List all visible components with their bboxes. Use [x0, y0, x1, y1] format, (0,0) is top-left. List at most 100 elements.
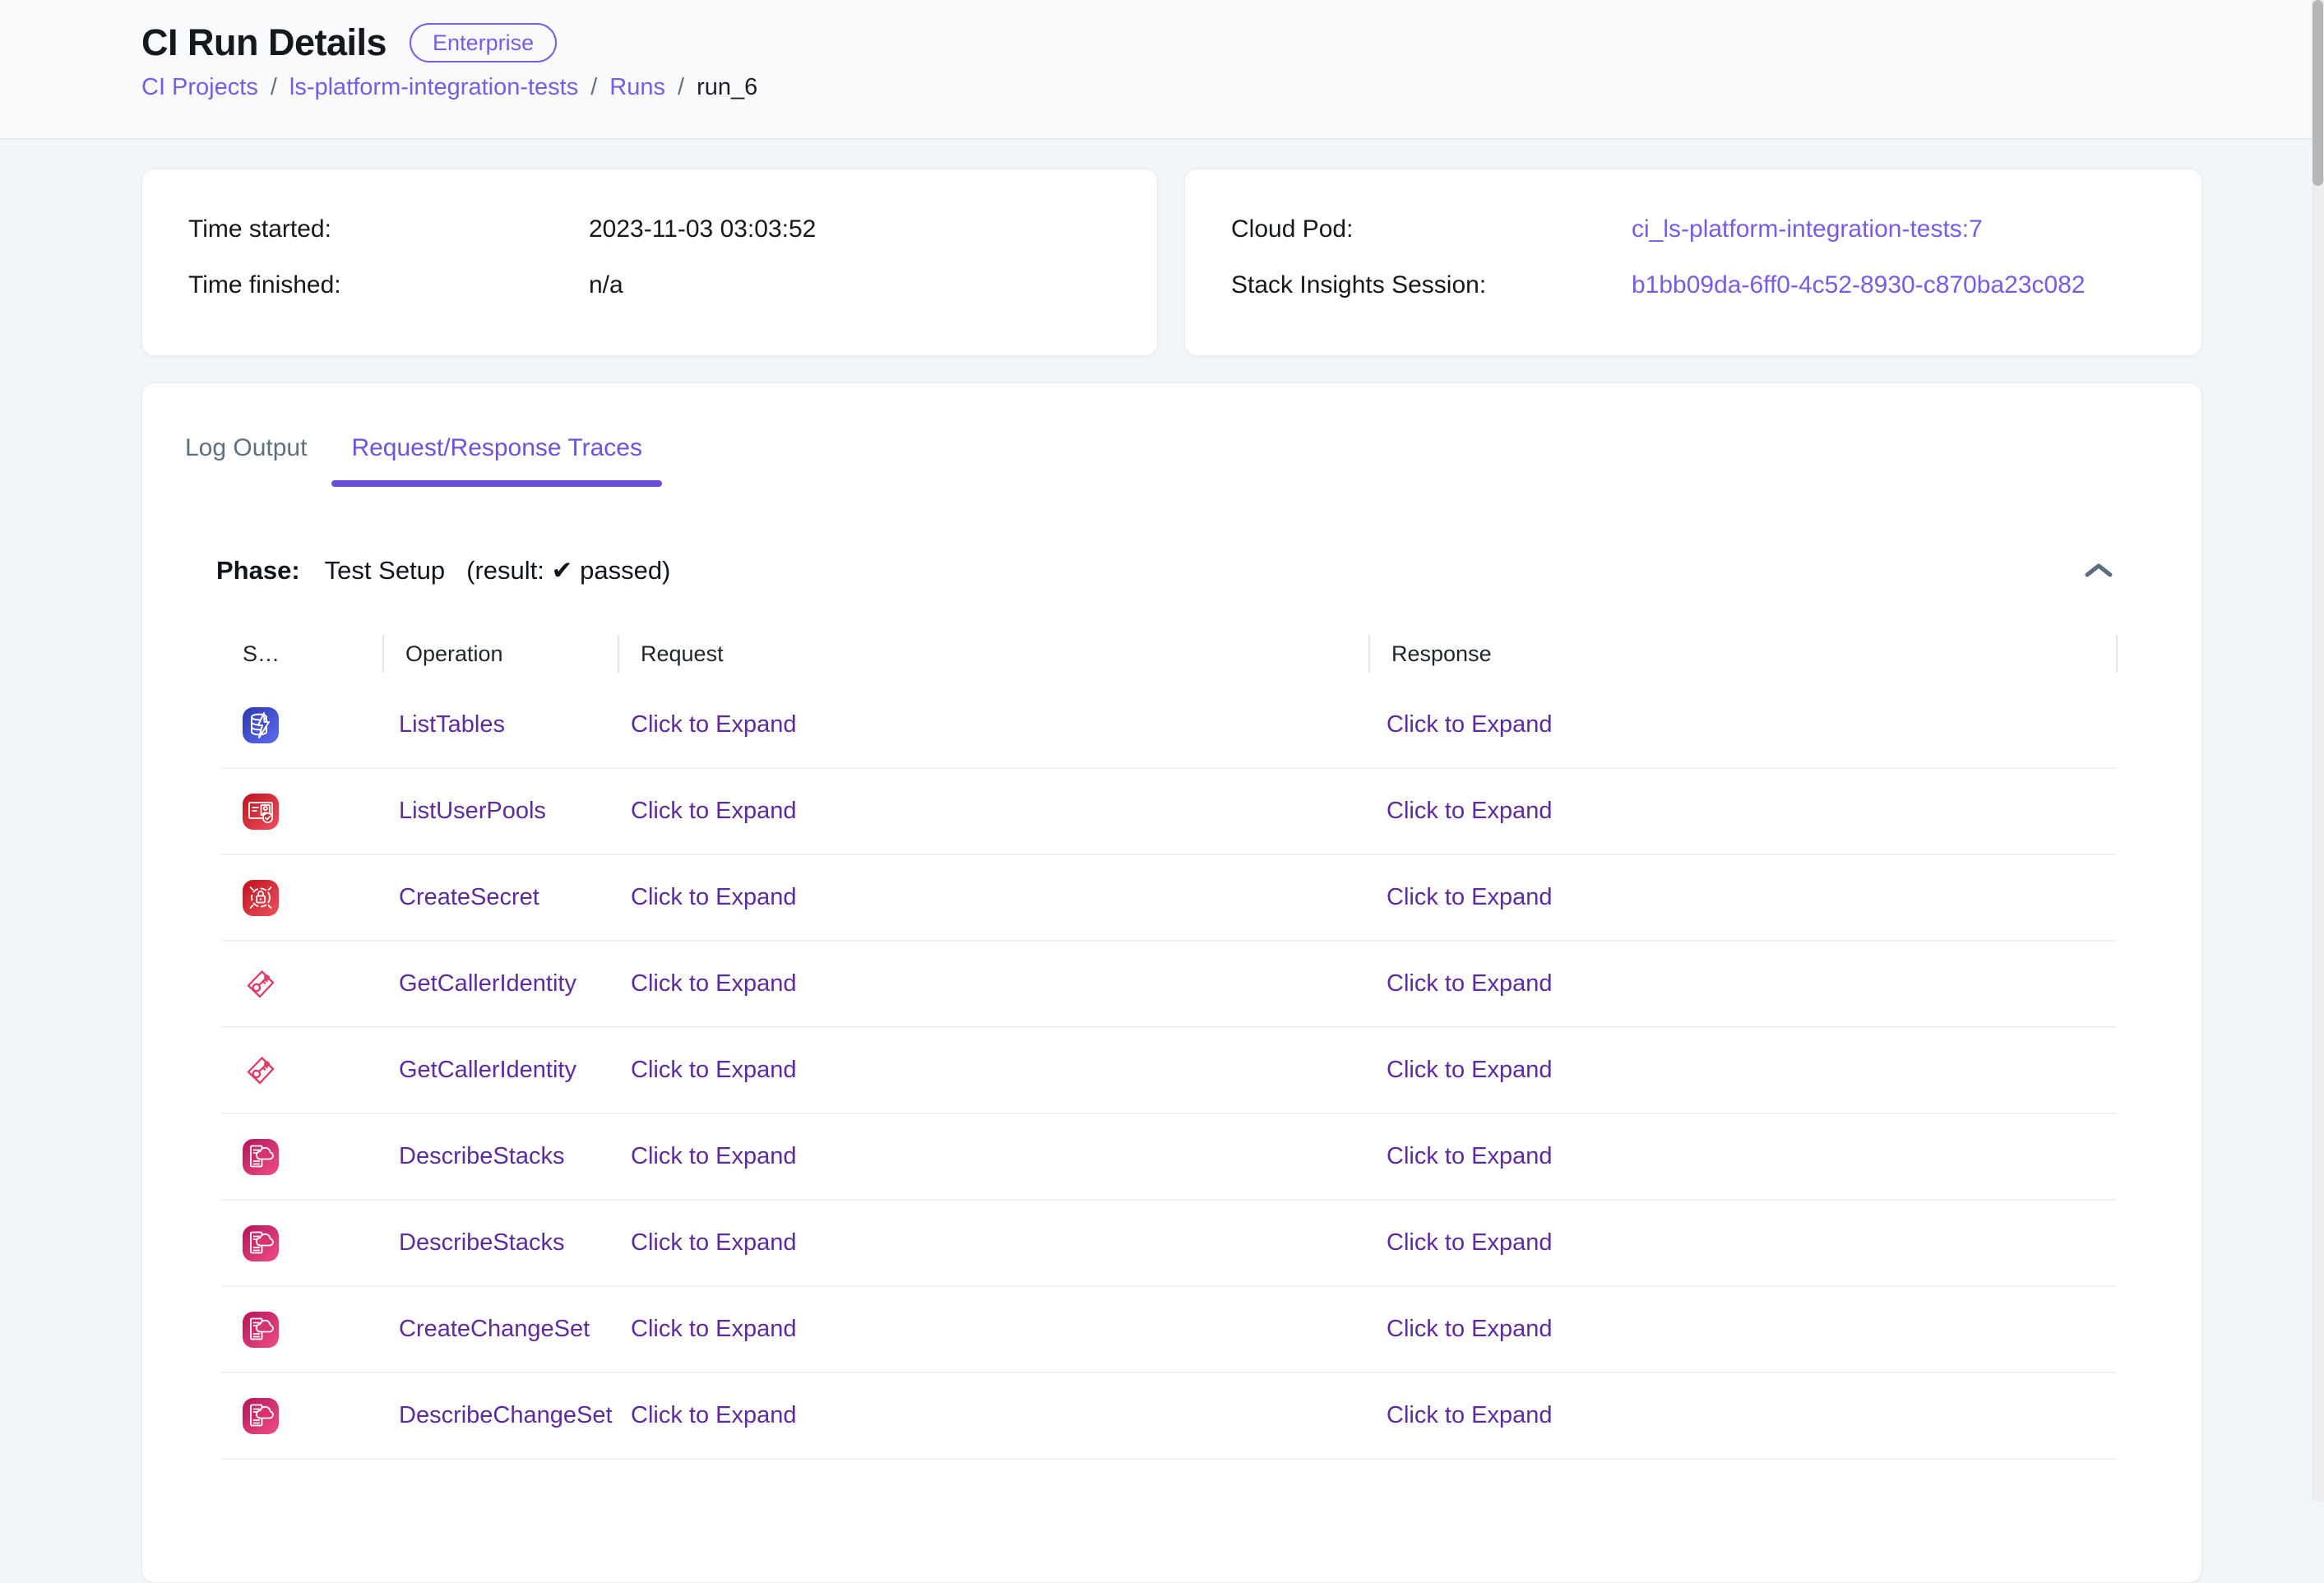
- time-started-value: 2023-11-03 03:03:52: [589, 215, 816, 243]
- tab-log-output[interactable]: Log Output: [165, 421, 326, 487]
- operation-link[interactable]: CreateChangeSet: [382, 1316, 618, 1343]
- time-finished-value: n/a: [589, 271, 623, 299]
- response-expand-link[interactable]: Click to Expand: [1368, 1057, 2118, 1084]
- time-started-row: Time started: 2023-11-03 03:03:52: [188, 215, 1157, 243]
- phase-result: (result: ✔ passed): [466, 556, 670, 586]
- secretsmanager-icon: [243, 880, 279, 916]
- service-cell: [221, 707, 382, 743]
- response-expand-link[interactable]: Click to Expand: [1368, 711, 2118, 738]
- response-expand-link[interactable]: Click to Expand: [1368, 1316, 2118, 1343]
- table-row: GetCallerIdentity Click to Expand Click …: [221, 1028, 2116, 1114]
- request-expand-link[interactable]: Click to Expand: [618, 1057, 1368, 1084]
- phase-name: Test Setup: [325, 556, 445, 586]
- request-expand-link[interactable]: Click to Expand: [618, 1402, 1368, 1429]
- cloud-pod-row: Cloud Pod: ci_ls-platform-integration-te…: [1231, 215, 2201, 243]
- service-cell: [221, 880, 382, 916]
- operation-link[interactable]: CreateSecret: [382, 884, 618, 911]
- request-expand-link[interactable]: Click to Expand: [618, 884, 1368, 911]
- sts-icon: [243, 1053, 279, 1089]
- request-expand-link[interactable]: Click to Expand: [618, 1316, 1368, 1343]
- phase-collapse-button[interactable]: [2078, 556, 2119, 586]
- table-row: ListTables Click to Expand Click to Expa…: [221, 683, 2116, 769]
- response-expand-link[interactable]: Click to Expand: [1368, 884, 2118, 911]
- operation-link[interactable]: GetCallerIdentity: [382, 1057, 618, 1084]
- operation-link[interactable]: ListUserPools: [382, 798, 618, 825]
- dynamodb-icon: [243, 707, 279, 743]
- table-row: CreateSecret Click to Expand Click to Ex…: [221, 855, 2116, 942]
- request-expand-link[interactable]: Click to Expand: [618, 711, 1368, 738]
- breadcrumb-current-run: run_6: [697, 74, 757, 101]
- breadcrumb-separator: /: [590, 74, 597, 101]
- cloudformation-icon: [243, 1398, 279, 1434]
- cognito-icon: [243, 794, 279, 830]
- tabs-bar: Log Output Request/Response Traces: [165, 421, 2201, 487]
- response-expand-link[interactable]: Click to Expand: [1368, 1229, 2118, 1257]
- active-tab-underline: [331, 480, 662, 487]
- request-expand-link[interactable]: Click to Expand: [618, 970, 1368, 997]
- response-expand-link[interactable]: Click to Expand: [1368, 970, 2118, 997]
- chevron-up-icon: [2083, 561, 2114, 581]
- trace-table-header: S… Operation Request Response: [221, 635, 2116, 673]
- table-row: DescribeStacks Click to Expand Click to …: [221, 1114, 2116, 1201]
- breadcrumb: CI Projects / ls-platform-integration-te…: [141, 74, 2324, 101]
- page-scrollbar-thumb[interactable]: [2312, 0, 2323, 186]
- session-summary-card: Cloud Pod: ci_ls-platform-integration-te…: [1184, 169, 2202, 356]
- title-row: CI Run Details Enterprise: [141, 21, 2324, 64]
- table-row: GetCallerIdentity Click to Expand Click …: [221, 942, 2116, 1028]
- cloudformation-icon: [243, 1225, 279, 1261]
- response-expand-link[interactable]: Click to Expand: [1368, 1402, 2118, 1429]
- column-header-response: Response: [1368, 635, 2118, 673]
- response-expand-link[interactable]: Click to Expand: [1368, 1143, 2118, 1170]
- table-row: CreateChangeSet Click to Expand Click to…: [221, 1287, 2116, 1373]
- request-expand-link[interactable]: Click to Expand: [618, 798, 1368, 825]
- trace-table: S… Operation Request Response ListTables…: [221, 635, 2116, 1460]
- stack-insights-row: Stack Insights Session: b1bb09da-6ff0-4c…: [1231, 271, 2201, 299]
- breadcrumb-separator: /: [271, 74, 277, 101]
- cloudformation-icon: [243, 1312, 279, 1348]
- request-expand-link[interactable]: Click to Expand: [618, 1143, 1368, 1170]
- trace-table-body: ListTables Click to Expand Click to Expa…: [221, 683, 2116, 1460]
- stack-insights-label: Stack Insights Session:: [1231, 271, 1632, 299]
- tab-request-response-traces[interactable]: Request/Response Traces: [331, 421, 662, 487]
- breadcrumb-project[interactable]: ls-platform-integration-tests: [289, 74, 578, 101]
- table-row: ListUserPools Click to Expand Click to E…: [221, 769, 2116, 855]
- page-header: CI Run Details Enterprise CI Projects / …: [0, 0, 2324, 140]
- ci-run-details-page: { "header": { "title": "CI Run Details",…: [0, 0, 2324, 1502]
- cloudformation-icon: [243, 1139, 279, 1175]
- table-row: DescribeStacks Click to Expand Click to …: [221, 1201, 2116, 1287]
- page-scrollbar-track: [2312, 0, 2324, 1502]
- traces-card: Log Output Request/Response Traces Phase…: [141, 382, 2202, 1583]
- time-started-label: Time started:: [188, 215, 589, 243]
- operation-link[interactable]: ListTables: [382, 711, 618, 738]
- service-cell: [221, 794, 382, 830]
- request-expand-link[interactable]: Click to Expand: [618, 1229, 1368, 1257]
- operation-link[interactable]: GetCallerIdentity: [382, 970, 618, 997]
- time-finished-row: Time finished: n/a: [188, 271, 1157, 299]
- sts-icon: [243, 966, 279, 1002]
- service-cell: [221, 1398, 382, 1434]
- column-header-service: S…: [221, 635, 382, 673]
- stack-insights-session-link[interactable]: b1bb09da-6ff0-4c52-8930-c870ba23c082: [1632, 271, 2086, 299]
- column-header-request: Request: [618, 635, 1368, 673]
- service-cell: [221, 1139, 382, 1175]
- operation-link[interactable]: DescribeStacks: [382, 1143, 618, 1170]
- time-finished-label: Time finished:: [188, 271, 589, 299]
- page-title: CI Run Details: [141, 21, 387, 64]
- breadcrumb-ci-projects[interactable]: CI Projects: [141, 74, 258, 101]
- response-expand-link[interactable]: Click to Expand: [1368, 798, 2118, 825]
- phase-header: Phase: Test Setup (result: ✔ passed): [216, 556, 2119, 586]
- service-cell: [221, 1312, 382, 1348]
- breadcrumb-runs[interactable]: Runs: [609, 74, 665, 101]
- table-row: DescribeChangeSet Click to Expand Click …: [221, 1373, 2116, 1460]
- phase-label: Phase:: [216, 556, 300, 586]
- cloud-pod-label: Cloud Pod:: [1231, 215, 1632, 243]
- tab-request-response-traces-label: Request/Response Traces: [351, 434, 642, 461]
- operation-link[interactable]: DescribeChangeSet: [382, 1402, 618, 1429]
- cloud-pod-link[interactable]: ci_ls-platform-integration-tests:7: [1632, 215, 1983, 243]
- time-summary-card: Time started: 2023-11-03 03:03:52 Time f…: [141, 169, 1158, 356]
- service-cell: [221, 1053, 382, 1089]
- column-header-operation: Operation: [382, 635, 618, 673]
- operation-link[interactable]: DescribeStacks: [382, 1229, 618, 1257]
- service-cell: [221, 1225, 382, 1261]
- service-cell: [221, 966, 382, 1002]
